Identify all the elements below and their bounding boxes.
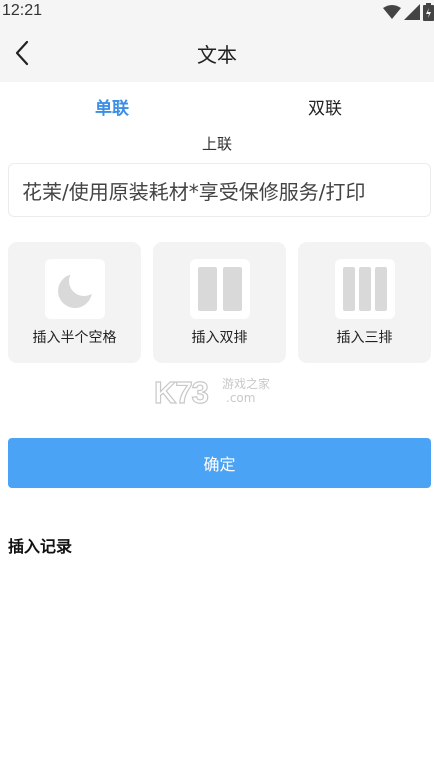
insert-options: 插入半个空格 插入双排 插入三排	[8, 242, 431, 363]
signal-icon	[404, 4, 420, 20]
insert-triple-row-label: 插入三排	[336, 330, 393, 346]
insert-triple-row-button[interactable]: 插入三排	[298, 242, 431, 363]
tab-double[interactable]: 双联	[308, 94, 342, 119]
status-bar: 12:21	[0, 0, 434, 24]
tab-single[interactable]: 单联	[95, 94, 129, 119]
insert-double-row-button[interactable]: 插入双排	[153, 242, 286, 363]
title-bar: 文本	[0, 24, 434, 82]
two-columns-icon	[189, 259, 250, 319]
watermark-logo: K73 游戏之家 .com	[154, 374, 270, 408]
insert-half-space-label: 插入半个空格	[32, 330, 117, 346]
moon-icon	[44, 259, 105, 319]
svg-text:.com: .com	[226, 391, 255, 405]
insert-history-title: 插入记录	[8, 537, 73, 556]
text-input[interactable]: 花茉/使用原装耗材*享受保修服务/打印	[8, 163, 431, 217]
confirm-button[interactable]: 确定	[8, 438, 431, 488]
insert-double-row-label: 插入双排	[191, 330, 248, 346]
status-time: 12:21	[2, 2, 43, 19]
wifi-icon	[383, 5, 401, 19]
insert-half-space-button[interactable]: 插入半个空格	[8, 242, 141, 363]
sub-label: 上联	[201, 135, 232, 153]
svg-text:游戏之家: 游戏之家	[222, 376, 270, 391]
status-icons	[383, 3, 434, 21]
three-columns-icon	[334, 259, 395, 319]
page-title: 文本	[197, 43, 237, 67]
text-input-value: 花茉/使用原装耗材*享受保修服务/打印	[22, 179, 366, 204]
battery-icon	[423, 3, 434, 21]
tab-bar: 单联 双联	[0, 88, 434, 124]
svg-text:K73: K73	[154, 375, 209, 408]
